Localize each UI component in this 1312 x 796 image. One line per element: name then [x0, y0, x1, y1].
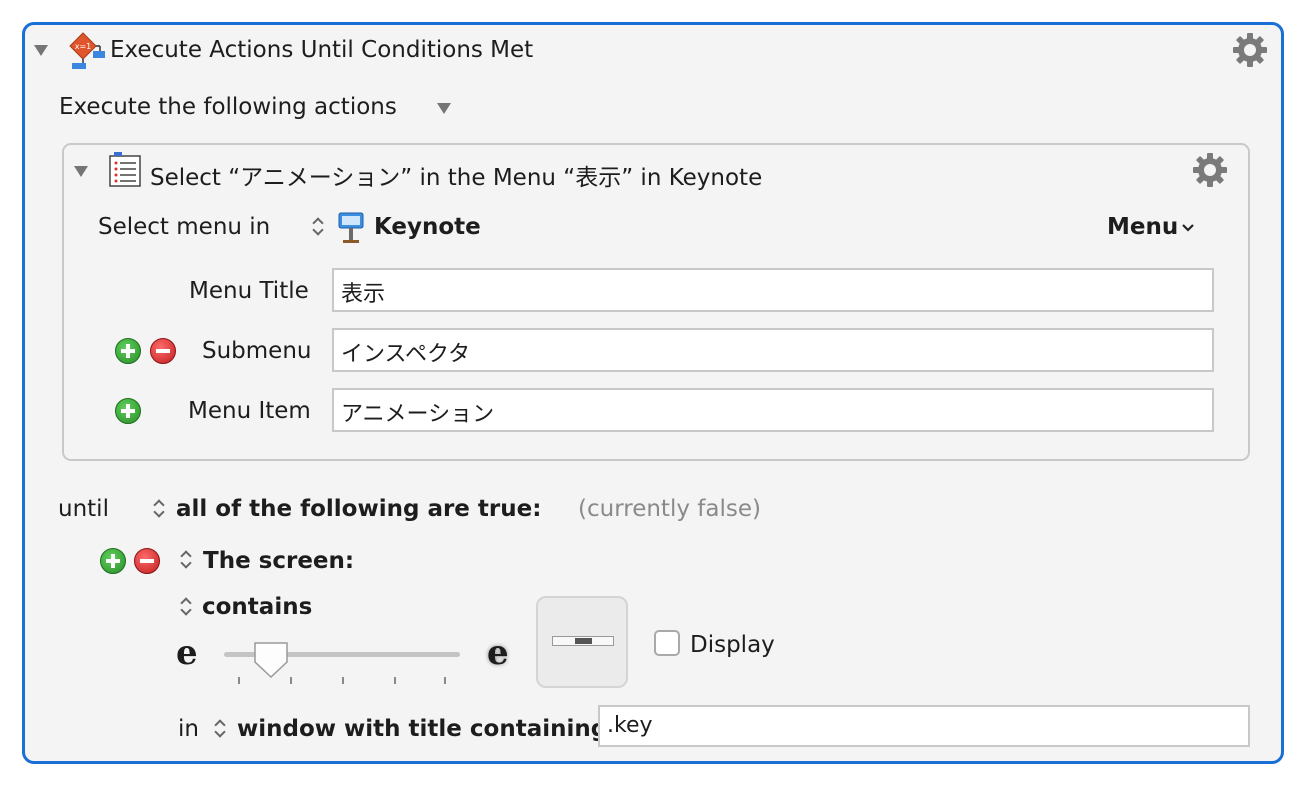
menu-item-field[interactable]: アニメーション	[332, 388, 1214, 432]
updown-arrows-icon[interactable]	[180, 596, 192, 618]
slider-tick	[238, 677, 240, 684]
condition-mode-popup[interactable]: all of the following are true:	[176, 496, 541, 522]
image-thumbnail	[552, 636, 614, 646]
display-label: Display	[690, 632, 775, 658]
updown-arrows-icon[interactable]	[214, 718, 226, 740]
plus-icon[interactable]	[115, 338, 141, 364]
disclosure-triangle-icon[interactable]	[34, 45, 48, 56]
condition-status: (currently false)	[578, 496, 761, 522]
minus-icon[interactable]	[134, 548, 160, 574]
flow-diagram-icon: x=1	[69, 32, 105, 69]
inner-action-title: Select “アニメーション” in the Menu “表示” in Key…	[150, 165, 763, 191]
gear-icon[interactable]	[1230, 30, 1270, 70]
gear-icon[interactable]	[1190, 150, 1230, 190]
disclosure-triangle-icon[interactable]	[74, 166, 88, 177]
slider-tick	[342, 677, 344, 684]
chevron-down-icon	[1182, 224, 1195, 232]
contains-popup[interactable]: contains	[202, 594, 312, 620]
updown-arrows-icon[interactable]	[153, 498, 165, 520]
fuzz-low-label: e	[176, 633, 198, 673]
image-well[interactable]	[536, 596, 628, 688]
minus-icon[interactable]	[150, 338, 176, 364]
slider-tick	[290, 677, 292, 684]
slider-tick	[394, 677, 396, 684]
svg-text:x=1: x=1	[75, 42, 92, 51]
execute-label: Execute the following actions	[59, 94, 397, 120]
menu-title-label: Menu Title	[189, 278, 309, 304]
menu-dropdown[interactable]: Menu	[1107, 214, 1195, 240]
until-label: until	[58, 496, 109, 522]
menu-title-field[interactable]: 表示	[332, 268, 1214, 312]
scope-popup[interactable]: window with title containing	[237, 716, 607, 742]
menu-dropdown-label: Menu	[1107, 214, 1179, 240]
display-checkbox[interactable]	[654, 630, 680, 656]
chevron-down-icon[interactable]	[437, 103, 451, 114]
slider-tick	[444, 677, 446, 684]
condition-type-popup[interactable]: The screen:	[203, 548, 354, 574]
updown-arrows-icon[interactable]	[312, 216, 324, 238]
fuzz-high-label: e	[487, 633, 509, 673]
submenu-field[interactable]: インスペクタ	[332, 328, 1214, 372]
fuzz-slider-thumb[interactable]	[252, 640, 290, 680]
submenu-label: Submenu	[202, 338, 312, 364]
menu-list-icon	[109, 152, 141, 187]
keynote-app-icon	[338, 212, 364, 243]
action-title: Execute Actions Until Conditions Met	[110, 37, 534, 63]
updown-arrows-icon[interactable]	[180, 549, 192, 571]
menu-item-label: Menu Item	[188, 398, 311, 424]
window-title-field[interactable]: .key	[598, 705, 1250, 747]
in-label: in	[178, 716, 199, 742]
select-menu-label: Select menu in	[98, 214, 271, 240]
plus-icon[interactable]	[115, 398, 141, 424]
app-name[interactable]: Keynote	[374, 214, 481, 240]
plus-icon[interactable]	[100, 548, 126, 574]
